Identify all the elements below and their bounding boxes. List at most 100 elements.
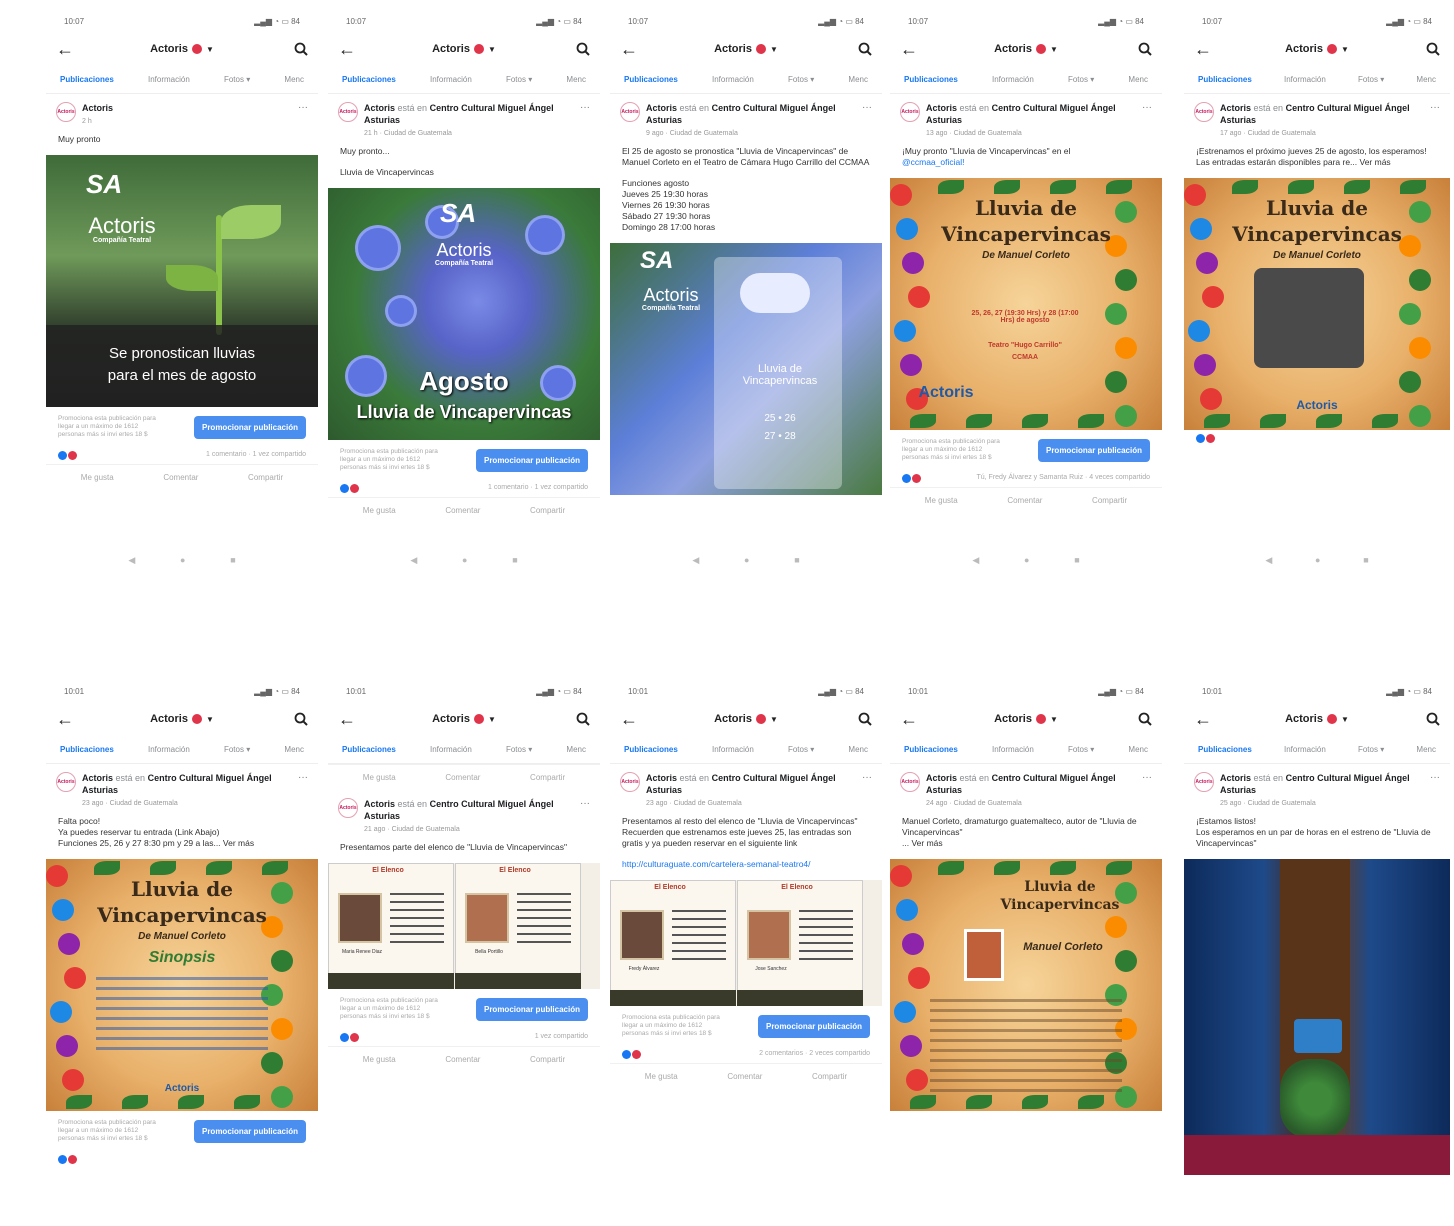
tab-menu[interactable]: Menc	[1128, 75, 1148, 84]
tab-publicaciones[interactable]: Publicaciones	[342, 75, 396, 84]
page-title-dropdown[interactable]: Actoris ▼	[432, 713, 496, 725]
nav-back-icon[interactable]: ◀	[692, 555, 699, 566]
back-arrow-icon[interactable]: ←	[1194, 39, 1218, 60]
tab-fotos[interactable]: Fotos ▾	[1068, 745, 1094, 754]
tab-menu[interactable]: Menc	[1416, 75, 1436, 84]
share-button[interactable]: Compartir	[530, 1055, 565, 1064]
page-title-dropdown[interactable]: Actoris ▼	[432, 43, 496, 55]
more-options-icon[interactable]: ···	[862, 102, 872, 113]
post-author[interactable]: Actoris	[364, 799, 395, 809]
page-title-dropdown[interactable]: Actoris ▼	[714, 43, 778, 55]
more-options-icon[interactable]: ···	[580, 798, 590, 809]
reaction-icons[interactable]	[340, 1033, 359, 1042]
post-author[interactable]: Actoris	[1220, 773, 1251, 783]
avatar[interactable]: Actoris	[338, 102, 358, 122]
share-button[interactable]: Compartir	[1092, 496, 1127, 505]
post-author[interactable]: Actoris	[926, 773, 957, 783]
tab-menu[interactable]: Menc	[566, 745, 586, 754]
more-options-icon[interactable]: ···	[1430, 102, 1440, 113]
avatar[interactable]: Actoris	[56, 102, 76, 122]
engagement-count[interactable]: 2 comentarios · 2 veces compartido	[759, 1050, 870, 1059]
search-icon[interactable]	[1128, 712, 1152, 726]
page-title-dropdown[interactable]: Actoris ▼	[1285, 43, 1349, 55]
tab-fotos[interactable]: Fotos ▾	[788, 745, 814, 754]
tab-menu[interactable]: Menc	[284, 75, 304, 84]
tab-menu[interactable]: Menc	[284, 745, 304, 754]
search-icon[interactable]	[1416, 712, 1440, 726]
avatar[interactable]: Actoris	[620, 102, 640, 122]
engagement-count[interactable]: 1 comentario · 1 vez compartido	[206, 451, 306, 460]
avatar[interactable]: Actoris	[338, 798, 358, 818]
nav-back-icon[interactable]: ◀	[128, 555, 135, 566]
post-image[interactable]: SA Actoris Compañía Teatral Se pronostican …	[46, 155, 318, 407]
promote-button[interactable]: Promocionar publicación	[193, 1119, 306, 1143]
comment-button[interactable]: Comentar	[163, 473, 198, 482]
page-title-dropdown[interactable]: Actoris ▼	[150, 713, 214, 725]
tab-menu[interactable]: Menc	[1416, 745, 1436, 754]
more-options-icon[interactable]: ···	[862, 772, 872, 783]
nav-home-icon[interactable]: ●	[462, 555, 467, 566]
tab-informacion[interactable]: Información	[992, 745, 1034, 754]
post-image[interactable]: Lluvia de Vincapervincas Manuel Corleto	[890, 859, 1162, 1111]
back-arrow-icon[interactable]: ←	[56, 39, 80, 60]
search-icon[interactable]	[848, 712, 872, 726]
page-title-dropdown[interactable]: Actoris ▼	[1285, 713, 1349, 725]
post-author[interactable]: Actoris	[1220, 103, 1251, 113]
like-button[interactable]: Me gusta	[363, 773, 396, 782]
nav-recent-icon[interactable]: ■	[1074, 555, 1079, 566]
tab-informacion[interactable]: Información	[1284, 745, 1326, 754]
reaction-icons[interactable]	[58, 1155, 77, 1164]
post-image[interactable]: SA Actoris Compañía Teatral Agosto Lluvia de…	[328, 188, 600, 440]
post-image[interactable]: El Elenco El Elenco Maria Renee Diaz Bella …	[328, 863, 600, 989]
engagement-count[interactable]: Tú, Fredy Álvarez y Samanta Ruiz · 4 vec…	[976, 474, 1150, 483]
page-title-dropdown[interactable]: Actoris ▼	[994, 43, 1058, 55]
post-text-line[interactable]: http://culturaguate.com/cartelera-semana…	[622, 859, 870, 870]
back-arrow-icon[interactable]: ←	[338, 39, 362, 60]
tab-informacion[interactable]: Información	[712, 745, 754, 754]
share-button[interactable]: Compartir	[530, 773, 565, 782]
comment-button[interactable]: Comentar	[727, 1072, 762, 1081]
more-options-icon[interactable]: ···	[298, 102, 308, 113]
post-author[interactable]: Actoris	[646, 773, 677, 783]
promote-button[interactable]: Promocionar publicación	[475, 448, 588, 472]
tab-fotos[interactable]: Fotos ▾	[1068, 75, 1094, 84]
post-text-line[interactable]: @ccmaa_oficial!	[902, 157, 1150, 168]
like-button[interactable]: Me gusta	[645, 1072, 678, 1081]
post-author[interactable]: Actoris	[646, 103, 677, 113]
page-title-dropdown[interactable]: Actoris ▼	[994, 713, 1058, 725]
post-image[interactable]: Lluvia de Vincapervincas De Manuel Corleto…	[890, 178, 1162, 430]
tab-informacion[interactable]: Información	[992, 75, 1034, 84]
comment-button[interactable]: Comentar	[1007, 496, 1042, 505]
nav-home-icon[interactable]: ●	[744, 555, 749, 566]
tab-menu[interactable]: Menc	[848, 75, 868, 84]
post-image[interactable]: El Elenco El Elenco Fredy Álvarez Jose Sanc…	[610, 880, 882, 1006]
tab-informacion[interactable]: Información	[712, 75, 754, 84]
tab-publicaciones[interactable]: Publicaciones	[342, 745, 396, 754]
promote-button[interactable]: Promocionar publicación	[1037, 438, 1150, 462]
tab-publicaciones[interactable]: Publicaciones	[1198, 745, 1252, 754]
share-button[interactable]: Compartir	[812, 1072, 847, 1081]
tab-informacion[interactable]: Información	[430, 745, 472, 754]
avatar[interactable]: Actoris	[56, 772, 76, 792]
nav-back-icon[interactable]: ◀	[410, 555, 417, 566]
engagement-count[interactable]: 1 vez compartido	[535, 1033, 588, 1042]
search-icon[interactable]	[566, 42, 590, 56]
comment-button[interactable]: Comentar	[445, 506, 480, 515]
tab-informacion[interactable]: Información	[148, 75, 190, 84]
page-title-dropdown[interactable]: Actoris ▼	[150, 43, 214, 55]
back-arrow-icon[interactable]: ←	[620, 39, 644, 60]
search-icon[interactable]	[848, 42, 872, 56]
search-icon[interactable]	[1128, 42, 1152, 56]
back-arrow-icon[interactable]: ←	[338, 709, 362, 730]
more-options-icon[interactable]: ···	[1142, 102, 1152, 113]
back-arrow-icon[interactable]: ←	[56, 709, 80, 730]
more-options-icon[interactable]: ···	[580, 102, 590, 113]
reaction-icons[interactable]	[902, 474, 921, 483]
nav-home-icon[interactable]: ●	[1024, 555, 1029, 566]
post-image[interactable]: Lluvia de Vincapervincas De Manuel Corleto…	[1184, 178, 1450, 430]
comment-button[interactable]: Comentar	[445, 773, 480, 782]
avatar[interactable]: Actoris	[1194, 102, 1214, 122]
tab-publicaciones[interactable]: Publicaciones	[60, 745, 114, 754]
tab-publicaciones[interactable]: Publicaciones	[904, 745, 958, 754]
tab-publicaciones[interactable]: Publicaciones	[60, 75, 114, 84]
